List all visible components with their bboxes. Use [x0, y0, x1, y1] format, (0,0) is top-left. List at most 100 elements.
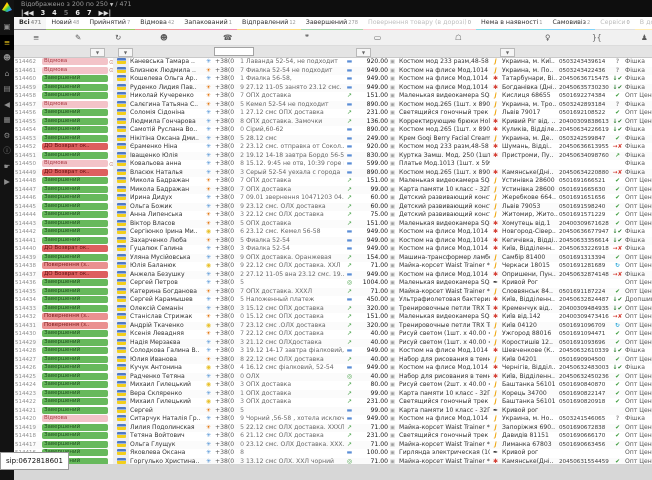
table-row[interactable]: 514428 Завершений Солодкова Галина В.. ✳… [14, 347, 652, 356]
table-row[interactable]: 514424 Завершений Михаил Гилецький ◉ +38… [14, 381, 652, 390]
table-row[interactable]: 514461 Відмова⊙ Близнюк Людмила .. ☀ +38… [14, 67, 652, 76]
status-tab[interactable]: Всі471 [14, 17, 46, 30]
ttn-number-cell: 0501691281689 [558, 262, 611, 271]
table-row[interactable]: 514426 Завершений Кучук Антонина ◉ +38(0… [14, 364, 652, 373]
status-tab[interactable]: Завершений278 [301, 17, 363, 30]
address-icon[interactable]: ♀ [545, 33, 551, 42]
table-row[interactable]: 514458 Завершений Николай Кучеренко ☀ +3… [14, 92, 652, 101]
client-icon[interactable]: ☻ [160, 33, 168, 42]
table-row[interactable]: 514437 ДО Возврат ок.. Анжела Безушку ✳ … [14, 271, 652, 280]
product-icon[interactable]: ☖ [455, 33, 462, 42]
table-row[interactable]: 514425 Завершений Радченко Тетяна ✳ +38(… [14, 373, 652, 382]
table-row[interactable]: 514460 Завершений Кошелева Ольга Ар.. ✳ … [14, 75, 652, 84]
sip-status-box: sip:0672818601 [0, 452, 69, 470]
table-row[interactable]: 514436 Завершений Сергей Петров ✳ +38(0 … [14, 279, 652, 288]
table-row[interactable]: 514435 Завершений Катерина Богданова ☀ +… [14, 288, 652, 297]
status-tab[interactable]: Відправлений12 [237, 17, 301, 30]
table-row[interactable]: 514445 Завершений Ольга Божик ✳ +38(0 9 … [14, 203, 652, 212]
table-row[interactable]: 514420 Відмова Ситарчук Наталія Гр.. ✳ +… [14, 415, 652, 424]
status-sync-icon[interactable]: ↻ [115, 33, 121, 42]
table-row[interactable]: 514441 Завершений Захарченко Люба ☀ +38(… [14, 237, 652, 246]
page-button-3[interactable]: 3 [41, 9, 46, 17]
manager-name-cell: Опт Центр [624, 407, 652, 416]
table-row[interactable]: 514459 Завершений Руденко Лидия Пав.. ☀ … [14, 84, 652, 93]
payment-filter-dropdown[interactable]: ▼ [356, 48, 371, 57]
manager-icon[interactable]: ♟ [641, 33, 648, 42]
table-row[interactable]: 514456 Завершений Соломія Сідоніна ✳ +38… [14, 109, 652, 118]
warehouse-icon[interactable]: ⌂ [0, 66, 14, 82]
table-row[interactable]: 514444 Завершений Анна Липенська ☀ +38(0… [14, 211, 652, 220]
chevron-down-icon[interactable]: ▼ [110, 3, 113, 8]
clients-icon[interactable]: ☻ [0, 50, 14, 66]
stats-icon[interactable]: ▦ [0, 112, 14, 128]
orders-list-icon[interactable]: ≡ [33, 33, 39, 42]
status-tab[interactable]: Прийнятий7 [84, 17, 135, 30]
table-row[interactable]: 514438 Повернення (з.. Юлія Баланюк ◉ +3… [14, 262, 652, 271]
comment-icon[interactable]: ❞ [305, 33, 309, 42]
table-row[interactable]: 514449 ДО Возврат ок.. Власюк Наталья ✳ … [14, 169, 652, 178]
video-icon[interactable]: ▶ [0, 174, 14, 190]
table-row[interactable]: 514430 Завершений Ксенія Левадняя ☀ +38(… [14, 330, 652, 339]
table-row[interactable]: 514462 Відмова⊙ Каневська Тамара .. ✳ +3… [14, 58, 652, 67]
info-icon[interactable]: ⓘ [0, 143, 14, 159]
table-row[interactable]: 514432 Повернення (з.. Станіслав Стрижак… [14, 313, 652, 322]
page-button-6[interactable]: 6 [75, 9, 80, 17]
phone-icon[interactable]: ☎ [223, 33, 232, 42]
hand-icon[interactable]: ☛ [0, 159, 14, 175]
cart-icon[interactable]: ▤ [0, 81, 14, 97]
phone-filter-input[interactable] [214, 47, 254, 56]
table-row[interactable]: 514433 Завершений Олексій Семанін ✳ +38(… [14, 305, 652, 314]
payment-icon[interactable]: ▭ [374, 33, 381, 42]
status-tab[interactable]: Нема в наявності1 [476, 17, 548, 30]
table-row[interactable]: 514429 Завершений Надія Мерзаєва ✳ +38(0… [14, 339, 652, 348]
status-tab[interactable]: Відмова42 [135, 17, 179, 30]
orders-icon[interactable]: ≡ [0, 35, 14, 51]
table-row[interactable]: 514455 Завершений Людмила Гончарова ✳ +3… [14, 118, 652, 127]
monitor-icon[interactable]: ▣ [0, 19, 14, 35]
table-row[interactable]: 514457 Відмова Салєгина Татьяна С.. ☀ +3… [14, 101, 652, 110]
table-row[interactable]: 514451 Завершений Іващенко Юлія ✳ +38(0 … [14, 152, 652, 161]
table-row[interactable]: 514452 ДО Возврат ок.. Єраменко Ніна ✳ +… [14, 143, 652, 152]
page-button-5[interactable]: 5 [64, 9, 69, 17]
table-row[interactable]: 514418 Завершений Тетяна Войтович ✳ +38(… [14, 432, 652, 441]
table-row[interactable]: 514423 Завершений Вера Скляренко ✳ +38(0… [14, 390, 652, 399]
table-row[interactable]: 514453 Завершений Нікітіна Оксана Дми.. … [14, 135, 652, 144]
status-tab[interactable]: Запакований1 [179, 17, 237, 30]
table-row[interactable]: 514440 ДО Возврат ок.. Гуцалюк Галина ✳ … [14, 245, 652, 254]
status-tab[interactable]: В дорозі додому0 [635, 17, 652, 30]
table-row[interactable]: 514427 Завершений Юлия Иванова ☀ +38(0 8… [14, 356, 652, 365]
table-row[interactable]: 514442 Завершений Сергіюнко Ірина Ми.. ◉… [14, 228, 652, 237]
table-row[interactable]: 514448 Завершений Микола Бадражан ☀ +38(… [14, 177, 652, 186]
table-row[interactable]: 514446 Завершений Ирина Дидух ✳ +38(0 7 … [14, 194, 652, 203]
page-button-7[interactable]: 7 [87, 9, 92, 17]
settings-icon[interactable]: ⚙ [0, 128, 14, 144]
table-row[interactable]: 514434 Завершений Сергей Карамышев ✳ +38… [14, 296, 652, 305]
app-logo-icon[interactable] [2, 2, 12, 12]
table-row[interactable]: 514454 Завершений Самотій Руслана Во.. ✳… [14, 126, 652, 135]
client-name-cell: Юлия Иванова [129, 356, 203, 365]
first-page-button[interactable]: |◀◀ [21, 9, 34, 17]
status-tab[interactable]: Сервіси0 [595, 17, 635, 30]
product-filter-dropdown[interactable]: ▼ [500, 48, 515, 57]
table-row[interactable]: 514450 Відмова⊙ Ковальова анна ✳ +38(0 8… [14, 160, 652, 169]
page-button-4[interactable]: 4 [52, 9, 57, 17]
table-row[interactable]: 514416 Завершений Яковлева Оксана ✳ +38(… [14, 449, 652, 458]
flag-filter-dropdown[interactable]: ▼ [118, 48, 133, 57]
table-row[interactable]: 514443 Завершений Віктор Власов ☀ +38(0 … [14, 220, 652, 229]
table-row[interactable]: 514422 Завершений Михаил Гилецький ◉ +38… [14, 398, 652, 407]
status-filter-dropdown[interactable]: ▼ [90, 48, 105, 57]
ttn-icon[interactable]: }{ [592, 33, 602, 42]
table-row[interactable]: 514415 Завершений Горгулько Христина.. ✳… [14, 458, 652, 465]
megaphone-icon[interactable]: ◀ [0, 97, 14, 113]
table-row[interactable]: 514439 Завершений Уляна Мусійовська ✳ +3… [14, 254, 652, 263]
table-row[interactable]: 514447 Завершений Микола Бадражан ☀ +38(… [14, 186, 652, 195]
status-tab[interactable]: Новий48 [46, 17, 84, 30]
last-page-button[interactable]: ▶▶| [99, 9, 112, 17]
status-tab[interactable]: Самовивіз2 [548, 17, 596, 30]
table-row[interactable]: 514417 Завершений Ольга Глущук ✳ +38(0 0… [14, 441, 652, 450]
edit-icon[interactable]: ✎ [75, 33, 81, 42]
table-row[interactable]: 514431 Повернення (з.. Андрій Ткаченко ◉… [14, 322, 652, 331]
status-tab[interactable]: Повернення товару (в дорозі)0 [363, 17, 476, 30]
table-row[interactable]: 514419 Завершений Лилия Подолинская ☀ +3… [14, 424, 652, 433]
table-row[interactable]: 514421 Завершений Сергей ☀ +38(0 5 ▬ 99.… [14, 407, 652, 416]
